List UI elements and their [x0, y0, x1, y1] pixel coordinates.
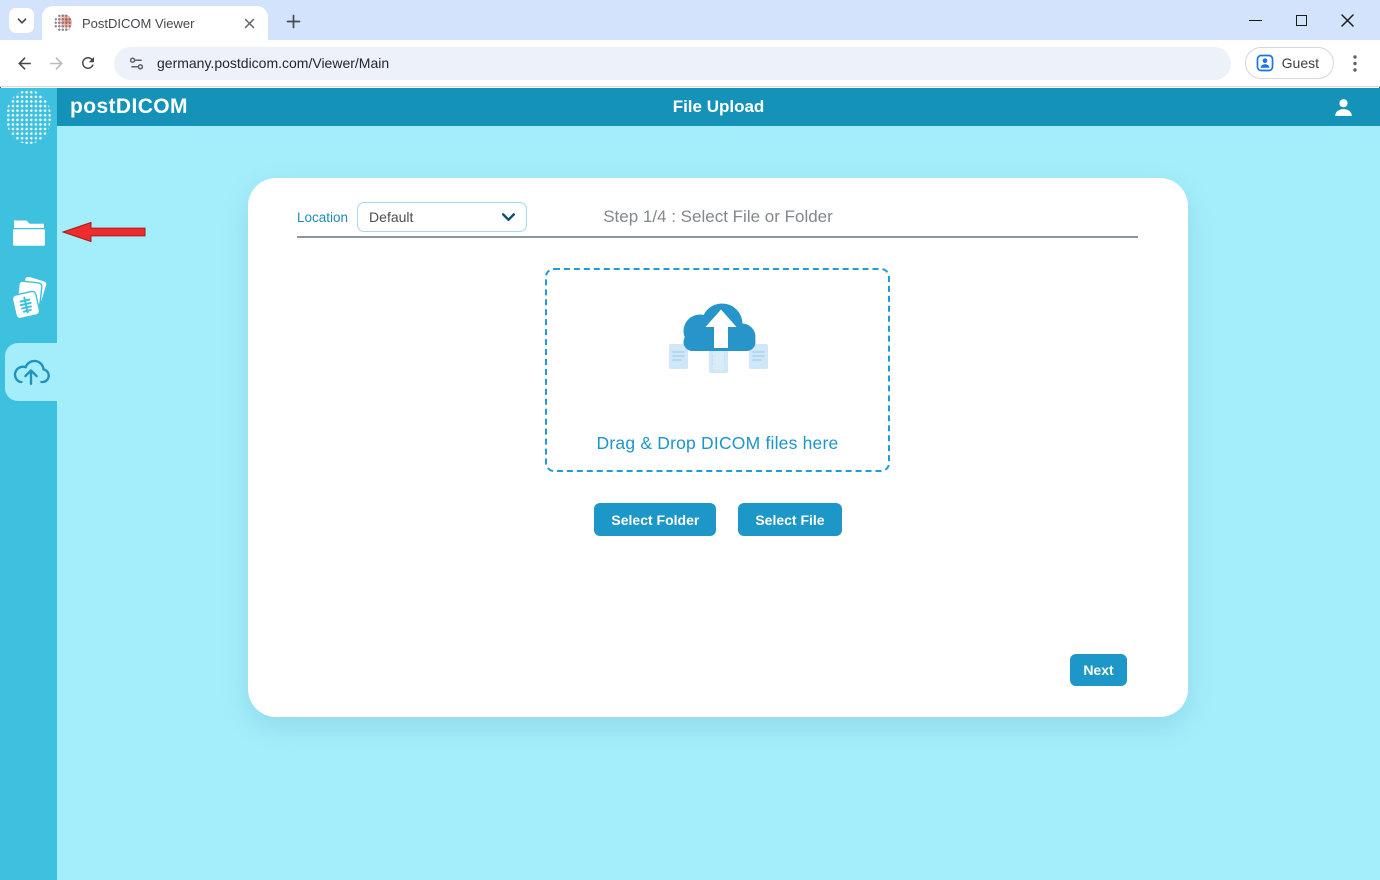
close-window-button[interactable] — [1324, 0, 1370, 40]
brain-logo-icon — [6, 90, 51, 144]
maximize-icon — [1296, 15, 1307, 26]
close-icon — [1341, 14, 1354, 27]
divider — [297, 236, 1138, 238]
upload-card: Location Default Step 1/4 : Select File … — [248, 178, 1188, 717]
user-icon — [1332, 96, 1355, 119]
step-title: Step 1/4 : Select File or Folder — [248, 207, 1188, 227]
favicon — [54, 14, 72, 32]
sidebar-item-studies[interactable] — [0, 276, 57, 324]
new-tab-button[interactable] — [281, 9, 305, 33]
page-title: File Upload — [57, 97, 1380, 117]
plus-icon — [286, 14, 301, 29]
url-text: germany.postdicom.com/Viewer/Main — [157, 55, 389, 71]
minimize-icon — [1249, 20, 1262, 21]
cloud-upload-icon — [11, 356, 51, 388]
select-folder-button[interactable]: Select Folder — [594, 503, 716, 536]
maximize-button[interactable] — [1278, 0, 1324, 40]
dropzone-text: Drag & Drop DICOM files here — [597, 433, 839, 454]
tab-close-button[interactable] — [240, 14, 258, 32]
close-icon — [244, 18, 255, 29]
guest-profile-icon — [1256, 54, 1274, 72]
app-content: postDICOM File Upload — [0, 88, 1380, 880]
profile-button[interactable]: Guest — [1245, 47, 1334, 79]
sidebar-item-folders[interactable] — [0, 208, 57, 256]
user-account-button[interactable] — [1326, 92, 1360, 122]
dicom-dropzone[interactable]: Drag & Drop DICOM files here — [545, 268, 890, 472]
site-settings-icon[interactable] — [128, 55, 145, 72]
select-file-button[interactable]: Select File — [738, 503, 841, 536]
kebab-menu-icon — [1353, 55, 1357, 72]
browser-toolbar: germany.postdicom.com/Viewer/Main Guest — [0, 40, 1380, 87]
reload-button[interactable] — [72, 47, 104, 79]
profile-label: Guest — [1282, 55, 1319, 71]
sidebar-item-upload-active[interactable] — [5, 343, 57, 401]
tab-strip: PostDICOM Viewer — [0, 0, 1380, 40]
select-buttons-row: Select Folder Select File — [248, 503, 1188, 536]
reload-icon — [79, 54, 97, 72]
folder-icon — [11, 217, 47, 248]
browser-menu-button[interactable] — [1338, 46, 1372, 80]
chevron-down-icon — [15, 14, 29, 28]
red-arrow-annotation — [61, 220, 147, 244]
browser-window: PostDICOM Viewer — [0, 0, 1380, 880]
xray-films-icon — [9, 277, 49, 323]
window-controls — [1232, 0, 1370, 40]
forward-icon — [47, 54, 66, 73]
browser-tab[interactable]: PostDICOM Viewer — [42, 6, 268, 40]
back-icon — [15, 54, 34, 73]
address-bar[interactable]: germany.postdicom.com/Viewer/Main — [114, 47, 1231, 80]
cloud-upload-files-icon — [657, 296, 779, 380]
next-button[interactable]: Next — [1070, 654, 1127, 686]
back-button[interactable] — [8, 47, 40, 79]
tab-search-button[interactable] — [9, 8, 34, 33]
forward-button[interactable] — [40, 47, 72, 79]
sidebar — [0, 88, 57, 880]
minimize-button[interactable] — [1232, 0, 1278, 40]
tab-title: PostDICOM Viewer — [82, 16, 240, 31]
app-header: postDICOM File Upload — [57, 88, 1380, 126]
